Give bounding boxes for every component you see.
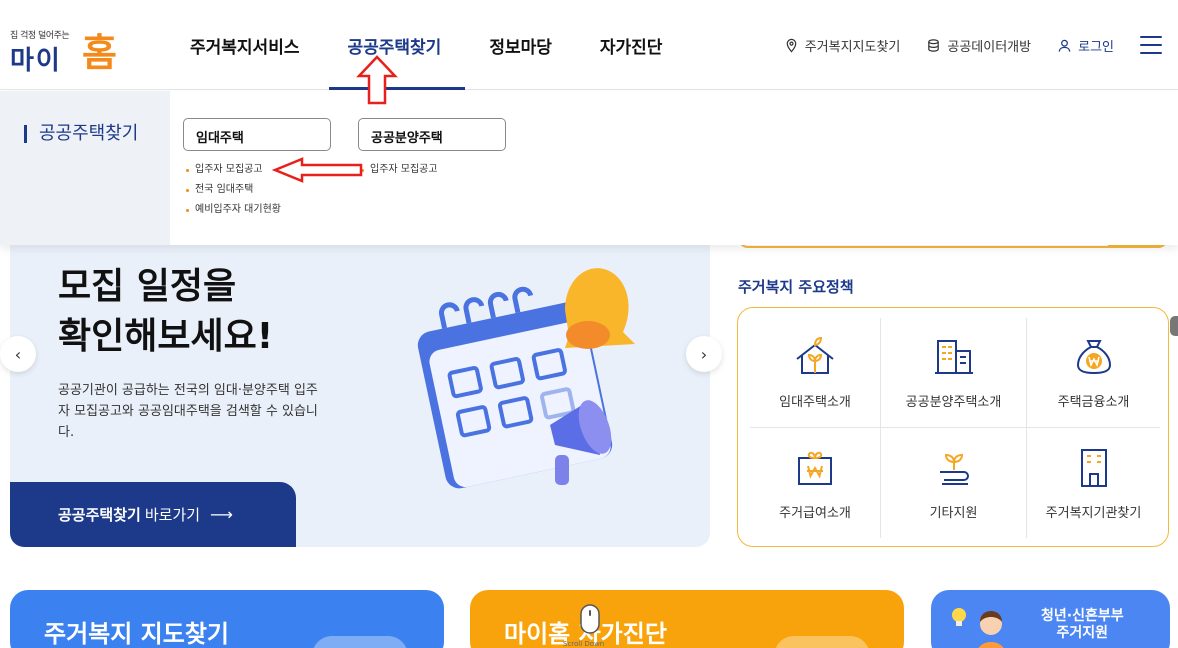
hero-title-line2: 확인해보세요! bbox=[58, 316, 274, 357]
utility-nav: 주거복지지도찾기 공공데이터개방 로그인 bbox=[784, 0, 1162, 90]
card-youth-title: 청년·신혼부부 주거지원 bbox=[1041, 608, 1124, 642]
annotation-arrow-left bbox=[272, 157, 363, 183]
building-icon bbox=[934, 340, 973, 374]
main-nav: 주거복지서비스 공공주택찾기 정보마당 자가진단 bbox=[166, 0, 686, 90]
dropdown-list-sale: 입주자 모집공고 bbox=[358, 160, 508, 180]
card-youth-line1: 청년·신혼부부 bbox=[1041, 608, 1124, 624]
policy-grid: 임대주택소개 공공분양주택소개 주택금융소개 주거급여소개 기타지원 주거복지기… bbox=[750, 318, 1160, 538]
nav-housing-welfare-service[interactable]: 주거복지서비스 bbox=[166, 0, 323, 90]
dropdown-link-sale-recruitment[interactable]: 입주자 모집공고 bbox=[358, 160, 508, 180]
office-building-icon bbox=[1080, 448, 1107, 487]
sprout-icon bbox=[939, 453, 969, 485]
hero-banner: 모집 일정을 확인해보세요! 공공기관이 공급하는 전국의 임대·분양주택 입주… bbox=[10, 200, 710, 547]
calendar-bell-illustration bbox=[417, 268, 635, 489]
hero-cta-label: 바로가기 bbox=[144, 506, 201, 524]
hero-description: 공공기관이 공급하는 전국의 임대·분양주택 입주자 모집공고와 공공임대주택을… bbox=[58, 383, 318, 440]
dropdown-heading-rental[interactable]: 임대주택 bbox=[183, 118, 331, 151]
side-scroll-handle[interactable] bbox=[1170, 316, 1178, 336]
logo-home-text: 홈 bbox=[82, 31, 117, 75]
policy-item-label: 주택금융소개 bbox=[1057, 395, 1130, 410]
house-sprout-icon bbox=[796, 336, 834, 374]
dropdown-section-title: 공공주택찾기 bbox=[24, 125, 138, 143]
policy-item-label: 주거급여소개 bbox=[779, 505, 851, 521]
util-open-data-label: 공공데이터개방 bbox=[947, 39, 1032, 55]
gift-won-icon bbox=[798, 451, 832, 485]
lightbulb-icon bbox=[952, 608, 966, 626]
util-map-link[interactable]: 주거복지지도찾기 bbox=[784, 36, 901, 55]
policy-item-welfare-agency-search[interactable]: 주거복지기관찾기 bbox=[1027, 428, 1160, 538]
scroll-down-label: Scroll Down bbox=[563, 640, 605, 648]
policy-item-public-sale-housing[interactable]: 공공분양주택소개 bbox=[881, 318, 1027, 428]
hero-cta-button[interactable]: 공공주택찾기 바로가기 ⟶ bbox=[10, 482, 296, 547]
annotation-arrow-up bbox=[356, 55, 398, 105]
card-welfare-map-title: 주거복지 지도찾기 bbox=[44, 620, 229, 648]
card-self-check-pill bbox=[774, 636, 870, 648]
dropdown-sidebar: 공공주택찾기 bbox=[0, 91, 170, 245]
policy-item-label: 기타지원 bbox=[929, 505, 978, 521]
policy-item-label: 임대주택소개 bbox=[779, 395, 851, 410]
hero-cta-bold: 공공주택찾기 bbox=[58, 506, 141, 524]
dropdown-column-sale: 공공분양주택 입주자 모집공고 bbox=[358, 118, 508, 180]
dropdown-link-waiting-status[interactable]: 예비입주자 대기현황 bbox=[183, 200, 333, 220]
policy-item-other-support[interactable]: 기타지원 bbox=[881, 428, 1027, 538]
nav-self-diagnosis[interactable]: 자가진단 bbox=[576, 0, 687, 90]
util-login-link[interactable]: 로그인 bbox=[1057, 36, 1114, 55]
database-icon bbox=[928, 38, 940, 52]
money-bag-icon bbox=[1076, 340, 1111, 375]
card-self-check[interactable]: 마이홈 자가진단 bbox=[470, 590, 904, 648]
arrow-right-icon: ⟶ bbox=[210, 505, 233, 524]
policy-section-title: 주거복지 주요정책 bbox=[738, 278, 854, 296]
hero-title: 모집 일정을 확인해보세요! bbox=[58, 262, 273, 362]
header: 집 걱정 덜어주는 마이 홈 주거복지서비스 공공주택찾기 정보마당 자가진단 … bbox=[0, 0, 1178, 90]
card-welfare-map-pill bbox=[312, 636, 408, 648]
chevron-left-icon: ‹ bbox=[14, 344, 22, 364]
public-housing-dropdown: 공공주택찾기 임대주택 입주자 모집공고 전국 임대주택 예비입주자 대기현황 … bbox=[0, 91, 1178, 245]
policy-box: 임대주택소개 공공분양주택소개 주택금융소개 주거급여소개 기타지원 주거복지기… bbox=[737, 307, 1169, 547]
card-youth-newlywed[interactable]: 청년·신혼부부 주거지원 bbox=[931, 590, 1170, 648]
hamburger-menu-icon[interactable] bbox=[1140, 36, 1162, 54]
user-icon bbox=[1058, 39, 1071, 52]
chevron-right-icon: › bbox=[700, 344, 708, 364]
logo[interactable]: 집 걱정 덜어주는 마이 홈 bbox=[10, 22, 120, 76]
hero-next-button[interactable]: › bbox=[686, 336, 722, 372]
location-pin-icon bbox=[786, 38, 797, 53]
policy-item-housing-finance[interactable]: 주택금융소개 bbox=[1027, 318, 1160, 428]
logo-main-text: 마이 bbox=[10, 46, 62, 76]
util-login-label: 로그인 bbox=[1078, 39, 1114, 55]
card-welfare-map[interactable]: 주거복지 지도찾기 bbox=[10, 590, 444, 648]
hero-prev-button[interactable]: ‹ bbox=[0, 336, 36, 372]
policy-item-label: 주거복지기관찾기 bbox=[1045, 505, 1142, 521]
policy-item-label: 공공분양주택소개 bbox=[905, 395, 1002, 410]
nav-info-square[interactable]: 정보마당 bbox=[465, 0, 576, 90]
hero-title-line1: 모집 일정을 bbox=[58, 266, 237, 307]
policy-item-housing-benefit[interactable]: 주거급여소개 bbox=[750, 428, 881, 538]
dropdown-heading-sale[interactable]: 공공분양주택 bbox=[358, 118, 506, 151]
card-youth-line2: 주거지원 bbox=[1056, 625, 1109, 641]
util-open-data-link[interactable]: 공공데이터개방 bbox=[926, 36, 1031, 55]
policy-item-rental-housing[interactable]: 임대주택소개 bbox=[750, 318, 881, 428]
util-map-label: 주거복지지도찾기 bbox=[804, 39, 901, 55]
person-avatar-icon bbox=[978, 611, 1004, 648]
